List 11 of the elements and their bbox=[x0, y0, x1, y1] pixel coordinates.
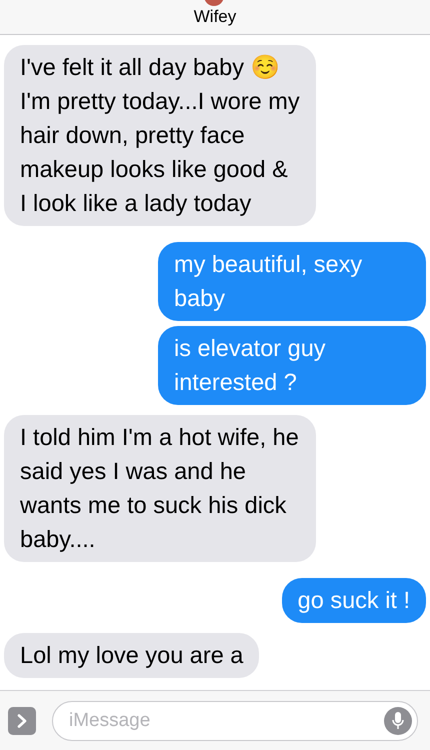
received-message: I've felt it all day baby ☺ I'm pretty today...I wore my hair down, pretty face makeup looks like good & I look like a lady today bbox=[4, 45, 316, 226]
message-field[interactable]: iMessage bbox=[52, 700, 418, 740]
chevron-icon bbox=[17, 714, 27, 728]
expand-button[interactable] bbox=[8, 706, 36, 734]
microphone-icon bbox=[392, 710, 404, 730]
contact-name: Wifey bbox=[192, 6, 238, 28]
sent-message: is elevator guy interested ? bbox=[158, 326, 426, 405]
received-message: I told him I'm a hot wife, he said yes I was and he wants me to suck his dick baby.... bbox=[4, 415, 316, 562]
sent-message: my beautiful, sexy baby bbox=[158, 242, 426, 321]
sent-message: go suck it ! bbox=[282, 578, 426, 623]
received-message: Lol my love you are a bbox=[4, 633, 260, 678]
